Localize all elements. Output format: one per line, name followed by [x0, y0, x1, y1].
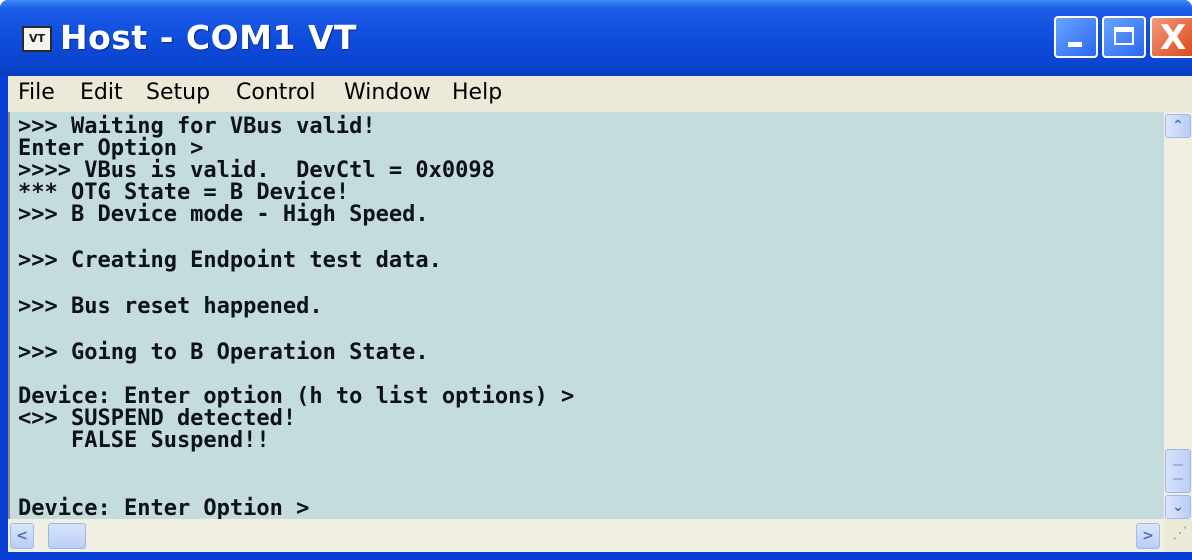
terminal-line: *** OTG State = B Device!: [18, 180, 350, 205]
terminal-line: Device: Enter Option >: [18, 496, 310, 520]
terminal-line: >>> B Device mode - High Speed.: [18, 202, 429, 227]
vertical-scroll-thumb[interactable]: [1165, 449, 1191, 493]
terminal-line: >>> Waiting for VBus valid!: [18, 114, 376, 139]
terminal-line: Enter Option >: [18, 136, 204, 161]
terminal-line: >>> Going to B Operation State.: [18, 340, 429, 365]
menu-window[interactable]: Window: [344, 80, 431, 105]
vertical-scrollbar[interactable]: ⌃ ⌄: [1164, 112, 1192, 519]
scroll-down-button[interactable]: ⌄: [1165, 495, 1191, 519]
window-border: [0, 552, 1192, 560]
terminal-output[interactable]: >>> Waiting for VBus valid! Enter Option…: [8, 112, 1164, 519]
horizontal-scroll-thumb[interactable]: [48, 523, 86, 549]
terminal-line: >>> Creating Endpoint test data.: [18, 248, 442, 273]
terminal-line: Device: Enter option (h to list options)…: [18, 384, 575, 409]
menu-bar: File Edit Setup Control Window Help: [8, 76, 1192, 113]
terminal-line: FALSE Suspend!!: [18, 428, 270, 453]
terminal-line: >>> Bus reset happened.: [18, 294, 323, 319]
terminal-line: <>> SUSPEND detected!: [18, 406, 297, 431]
scroll-left-button[interactable]: <: [10, 523, 34, 549]
maximize-button[interactable]: [1102, 16, 1146, 58]
terminal-line: >>>> VBus is valid. DevCtl = 0x0098: [18, 158, 495, 183]
horizontal-scrollbar[interactable]: < >: [8, 519, 1164, 552]
menu-help[interactable]: Help: [452, 80, 502, 105]
terminal-window: VT Host - COM1 VT X File Edit Setup Cont…: [0, 0, 1192, 560]
close-icon: X: [1160, 18, 1187, 58]
resize-grip-icon[interactable]: [1164, 519, 1192, 552]
menu-setup[interactable]: Setup: [146, 80, 210, 105]
close-button[interactable]: X: [1150, 16, 1192, 58]
title-bar[interactable]: VT Host - COM1 VT X: [0, 0, 1192, 76]
menu-control[interactable]: Control: [236, 80, 316, 105]
scroll-up-button[interactable]: ⌃: [1165, 114, 1191, 138]
menu-file[interactable]: File: [18, 80, 55, 105]
app-icon[interactable]: VT: [22, 26, 52, 52]
menu-edit[interactable]: Edit: [80, 80, 123, 105]
minimize-button[interactable]: [1054, 16, 1098, 58]
scroll-right-button[interactable]: >: [1136, 523, 1160, 549]
window-title: Host - COM1 VT: [60, 18, 357, 57]
